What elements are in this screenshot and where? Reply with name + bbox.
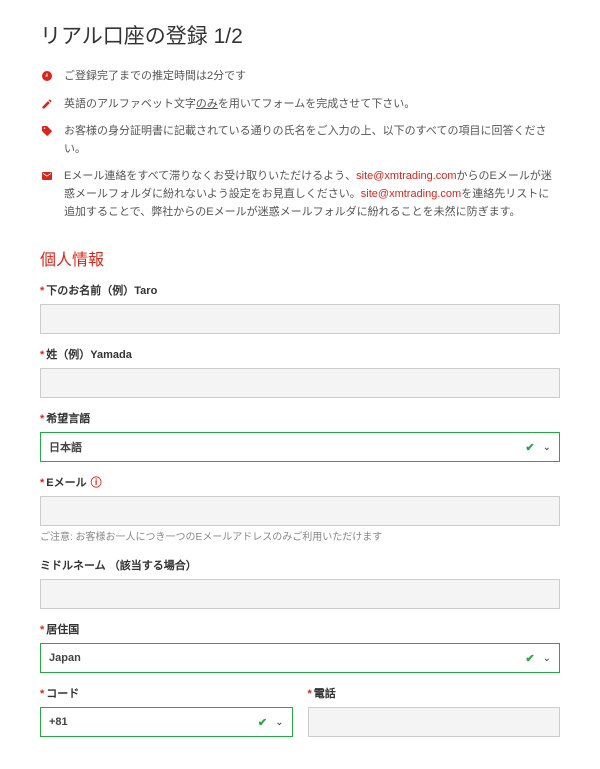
code-label: *コード: [40, 685, 293, 701]
email-input[interactable]: [40, 496, 560, 526]
check-icon: ✔: [258, 716, 267, 729]
middle-name-input[interactable]: [40, 579, 560, 609]
country-group: *居住国 Japan ✔ ⌄: [40, 621, 560, 673]
first-name-label: *下のお名前（例）Taro: [40, 282, 560, 298]
last-name-input[interactable]: [40, 368, 560, 398]
check-icon: ✔: [525, 652, 534, 665]
email-label: *Eメールⓘ: [40, 474, 560, 490]
notice-text: Eメール連絡をすべて滞りなくお受け取りいただけるよう、site@xmtradin…: [64, 168, 560, 221]
email-hint: ご注意: お客様お一人につき一つのEメールアドレスのみご利用いただけます: [40, 530, 560, 545]
email-link[interactable]: site@xmtrading.com: [356, 170, 456, 182]
first-name-group: *下のお名前（例）Taro: [40, 282, 560, 334]
notice-text: ご登録完了までの推定時間は2分です: [64, 68, 246, 86]
country-select[interactable]: Japan ✔ ⌄: [40, 643, 560, 673]
mail-icon: [40, 169, 54, 183]
country-value: Japan: [49, 652, 81, 664]
country-label: *居住国: [40, 621, 560, 637]
check-icon: ✔: [525, 441, 534, 454]
page-title: リアル口座の登録 1/2: [40, 20, 560, 50]
middle-name-group: ミドルネーム （該当する場合）: [40, 557, 560, 609]
notice-item: 英語のアルファベット文字のみを用いてフォームを完成させて下さい。: [40, 96, 560, 114]
email-link[interactable]: site@xmtrading.com: [361, 188, 461, 200]
tag-icon: [40, 124, 54, 138]
pencil-icon: [40, 97, 54, 111]
info-icon[interactable]: ⓘ: [91, 474, 102, 490]
chevron-down-icon: ⌄: [275, 717, 283, 728]
notice-text: 英語のアルファベット文字のみを用いてフォームを完成させて下さい。: [64, 96, 415, 114]
notice-item: お客様の身分証明書に記載されている通りの氏名をご入力の上、以下のすべての項目に回…: [40, 123, 560, 158]
notice-text: お客様の身分証明書に記載されている通りの氏名をご入力の上、以下のすべての項目に回…: [64, 123, 560, 158]
phone-label: *電話: [308, 685, 561, 701]
language-select[interactable]: 日本語 ✔ ⌄: [40, 432, 560, 462]
code-value: +81: [49, 716, 68, 728]
phone-input[interactable]: [308, 707, 561, 737]
language-group: *希望言語 日本語 ✔ ⌄: [40, 410, 560, 462]
first-name-input[interactable]: [40, 304, 560, 334]
last-name-group: *姓（例）Yamada: [40, 346, 560, 398]
code-select[interactable]: +81 ✔ ⌄: [40, 707, 293, 737]
email-group: *Eメールⓘ ご注意: お客様お一人につき一つのEメールアドレスのみご利用いただ…: [40, 474, 560, 545]
right-column: ミドルネーム （該当する場合） *居住国 Japan ✔ ⌄ *コード +81 …: [40, 557, 560, 749]
language-value: 日本語: [49, 439, 82, 455]
notice-list: ご登録完了までの推定時間は2分です 英語のアルファベット文字のみを用いてフォーム…: [40, 68, 560, 221]
middle-name-label: ミドルネーム （該当する場合）: [40, 557, 560, 573]
clock-icon: [40, 69, 54, 83]
left-column: *下のお名前（例）Taro *姓（例）Yamada *希望言語 日本語 ✔ ⌄ …: [40, 282, 560, 557]
form-grid: *下のお名前（例）Taro *姓（例）Yamada *希望言語 日本語 ✔ ⌄ …: [40, 282, 560, 749]
language-label: *希望言語: [40, 410, 560, 426]
section-header: 個人情報: [40, 246, 560, 270]
chevron-down-icon: ⌄: [543, 442, 551, 453]
code-group: *コード +81 ✔ ⌄: [40, 685, 293, 737]
chevron-down-icon: ⌄: [543, 653, 551, 664]
notice-item: Eメール連絡をすべて滞りなくお受け取りいただけるよう、site@xmtradin…: [40, 168, 560, 221]
last-name-label: *姓（例）Yamada: [40, 346, 560, 362]
notice-item: ご登録完了までの推定時間は2分です: [40, 68, 560, 86]
phone-group: *電話: [308, 685, 561, 737]
